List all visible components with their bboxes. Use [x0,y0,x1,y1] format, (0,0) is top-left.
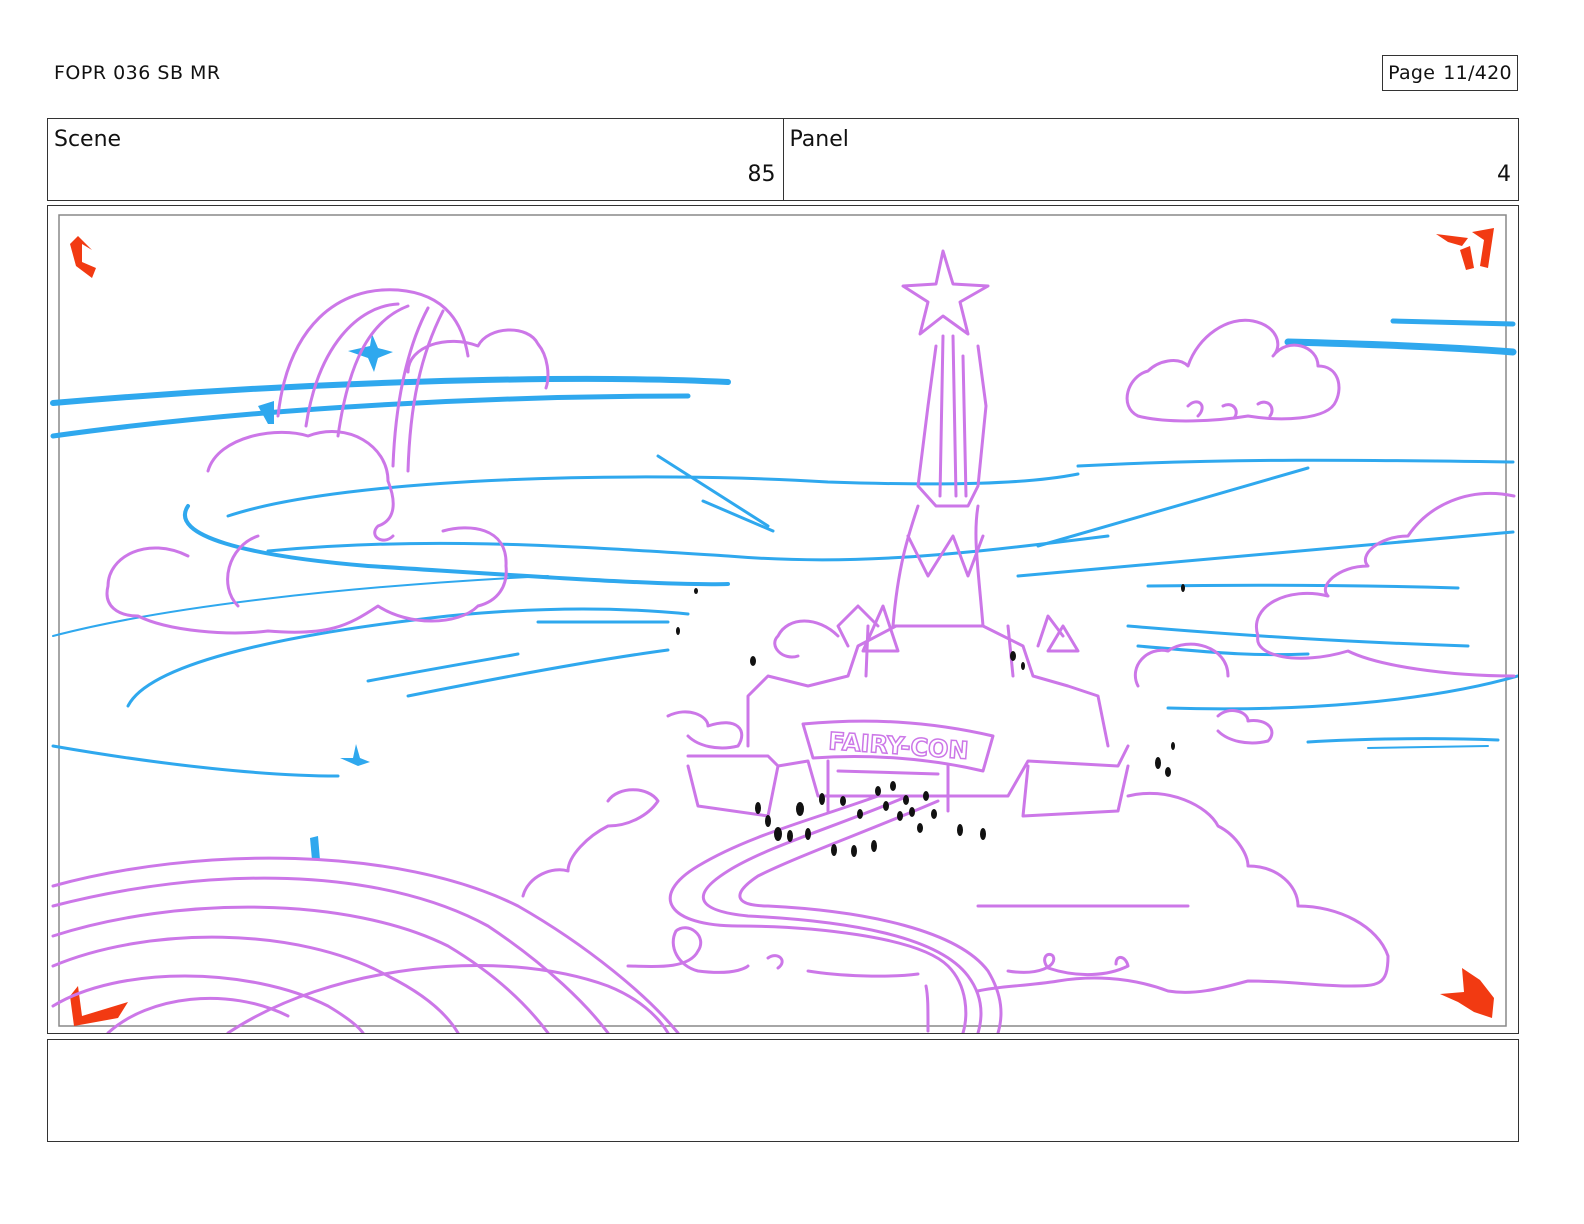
corner-marker-bottom-right-icon [1440,968,1494,1018]
page-number: 11/420 [1443,62,1512,84]
scene-number: 85 [747,162,776,187]
scene-panel-info-row: Scene 85 Panel 4 [47,118,1519,201]
panel-notes-box [47,1039,1519,1142]
panel-sketch: FAIRY-CON [50,214,1518,1033]
safe-area-frame [58,214,1507,1027]
document-title: FOPR 036 SB MR [54,62,221,84]
scene-cell: Scene 85 [48,119,783,200]
panel-label: Panel [789,127,849,152]
corner-marker-top-left-icon [70,236,96,278]
panel-number: 4 [1497,162,1511,187]
sky-wind-lines [50,318,1518,778]
panel-cell: Panel 4 [782,119,1519,200]
scene-label: Scene [54,127,122,152]
page-label: Page [1388,62,1436,84]
corner-marker-top-right-icon [1436,228,1494,270]
page-indicator: Page 11/420 [1382,55,1518,91]
storyboard-panel: FAIRY-CON [47,205,1519,1034]
castle-sign-text: FAIRY-CON [828,727,970,765]
